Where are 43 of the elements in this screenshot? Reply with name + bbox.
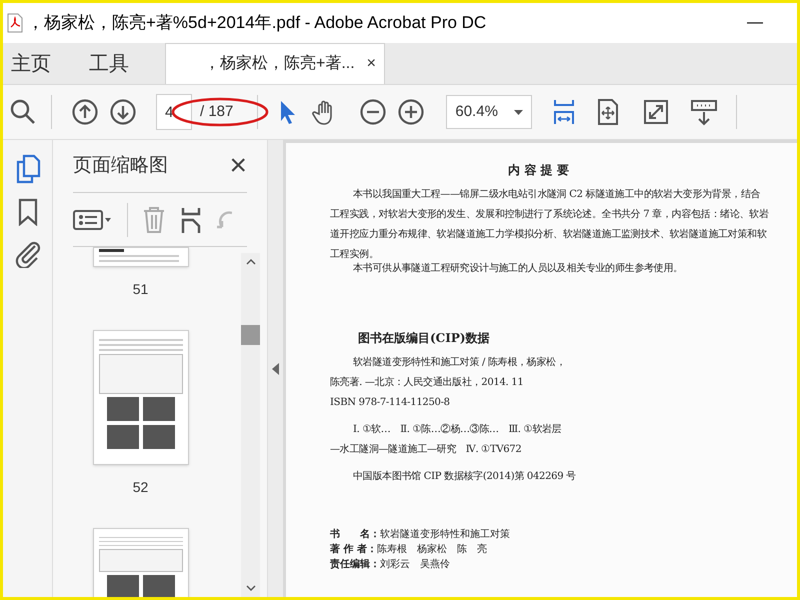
nav-tab[interactable]: 主页 [3, 43, 59, 84]
document-tab[interactable]: ，杨家松，陈亮+著... × [165, 43, 385, 84]
paragraph: 软岩隧道变形特性和施工对策 / 陈寿根，杨家松， 陈亮著. —北京：人民交通出版社，2014. 11 ISBN 978-7-114-11250-8 [330, 356, 567, 410]
minimize-button[interactable]: — [735, 11, 775, 35]
tab-title: ，杨家松，陈亮+著... [204, 54, 355, 74]
page-number-label: 52 [132, 478, 148, 497]
scroll-up-icon[interactable] [246, 259, 256, 265]
expand-icon[interactable] [642, 98, 670, 126]
book-info-line: 责任编辑：刘彩云 吴燕伶 [330, 558, 451, 572]
scrollbar[interactable] [241, 253, 260, 597]
zoom-in-icon[interactable] [397, 98, 426, 126]
crop-page-icon[interactable] [180, 206, 202, 234]
panel-title: 页面缩略图 [73, 154, 168, 178]
window-title: ，杨家松，陈亮+著%5d+2014年.pdf - Adobe Acrobat Pro DC [27, 12, 486, 34]
page-total: / 187 [200, 102, 234, 122]
paragraph: 本书可供从事隧道工程研究设计与施工的人员以及相关专业的师生参考使用。 [352, 262, 684, 276]
zoom-dropdown[interactable]: 60.4% [446, 95, 532, 129]
pdf-file-icon [7, 13, 23, 33]
collapse-arrow-icon[interactable] [272, 362, 279, 374]
book-info-line: 书 名：软岩隧道变形特性和施工对策 [330, 528, 511, 542]
page-number-field[interactable]: 4 [156, 94, 192, 130]
caret-icon [514, 110, 524, 114]
page-thumbnail[interactable] [92, 330, 188, 465]
keyboard-down-icon[interactable] [690, 98, 718, 126]
bookmark-icon[interactable] [16, 198, 38, 226]
section-heading: 图书在版编目(CIP)数据 [358, 330, 491, 347]
close-panel-button[interactable]: × [229, 151, 247, 181]
paragraph: Ⅰ. ①软… Ⅱ. ①陈…②杨…③陈… Ⅲ. ①软岩层 —水工隧洞—隧道施工—研究 Ⅳ. ①TV672 [330, 422, 562, 457]
search-icon[interactable] [9, 98, 37, 126]
paperclip-icon[interactable] [14, 240, 40, 268]
options-menu-icon[interactable] [73, 208, 113, 232]
zoom-out-icon[interactable] [359, 98, 388, 126]
page-thumbnail[interactable] [92, 247, 188, 267]
nav-tab[interactable]: 工具 [81, 43, 137, 84]
pages-icon[interactable] [14, 154, 40, 184]
book-info-line: 著 作 者：陈寿根 杨家松 陈 亮 [330, 542, 488, 557]
section-heading: 内 容 提 要 [507, 162, 570, 179]
paragraph: 本书以我国重大工程——锦屏二级水电站引水隧洞 C2 标隧道施工中的软岩大变形为背景，结合 工程实践，对软岩大变形的发生、发展和控制进行了系统论述。全书共分 7 章，内容包括：绪论、软岩 道开挖应力重分布规律、软岩隧道施工力学模拟分析、软岩隧道施工监测技术、软岩隧道施工对策和软 工程实例。 [330, 188, 770, 262]
paragraph: 中国版本图书馆 CIP 数据核字(2014)第 042269 号 [352, 470, 577, 484]
scroll-down-icon[interactable] [246, 585, 256, 591]
page-number-label: 51 [132, 280, 148, 299]
close-tab-button[interactable]: × [366, 52, 376, 76]
scrollbar-thumb[interactable] [241, 325, 260, 345]
